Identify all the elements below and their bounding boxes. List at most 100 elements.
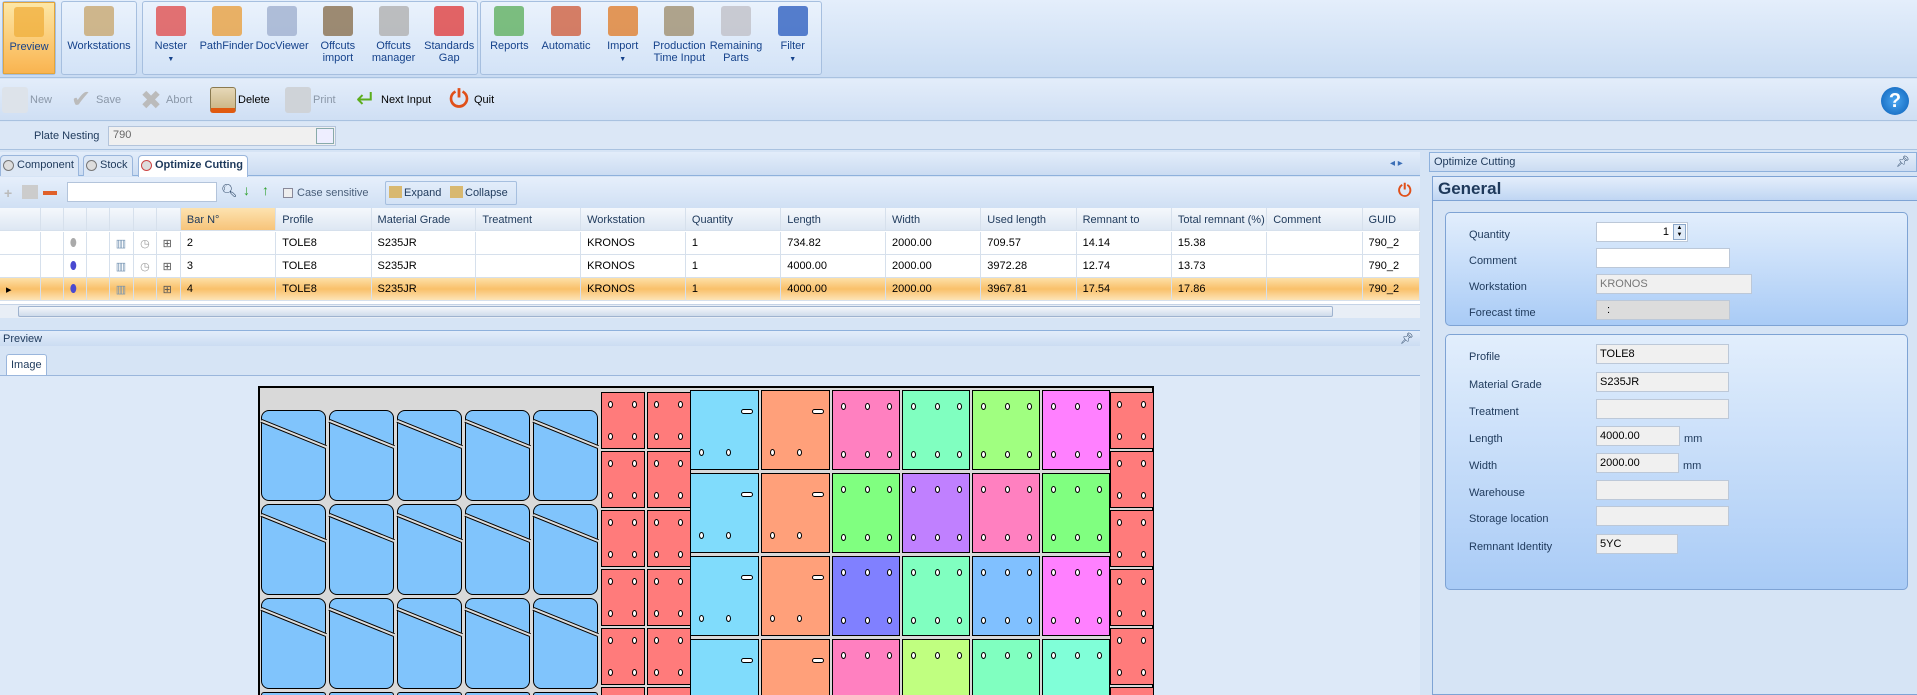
blue-part[interactable]	[328, 504, 395, 595]
colored-part[interactable]	[972, 390, 1040, 470]
new-button[interactable]: New	[2, 85, 52, 115]
red-part[interactable]	[647, 628, 691, 685]
case-sensitive-checkbox[interactable]	[283, 188, 293, 198]
arrow-up-icon[interactable]: ↑	[262, 182, 269, 198]
ribbon-button-filter[interactable]: Filter ▼	[764, 2, 821, 74]
tab-stock[interactable]: Stock	[83, 155, 133, 176]
expand-row-icon[interactable]: ⊞	[157, 232, 181, 254]
next-input-button[interactable]: ↵ Next Input	[353, 85, 431, 115]
cyan-part[interactable]	[690, 473, 759, 553]
help-icon[interactable]: ?	[1881, 87, 1909, 115]
ribbon-button-offcuts-manager[interactable]: Offcuts manager	[366, 2, 422, 74]
column-header[interactable]: Material Grade	[371, 208, 477, 230]
ribbon-button-import[interactable]: Import ▼	[594, 2, 651, 74]
column-header[interactable]: Workstation	[581, 208, 686, 230]
colored-part[interactable]	[1042, 390, 1110, 470]
column-header[interactable]: Profile	[276, 208, 372, 230]
red-part[interactable]	[647, 569, 691, 626]
colored-part[interactable]	[1042, 473, 1110, 553]
red-part[interactable]	[1110, 451, 1154, 508]
blue-part[interactable]	[396, 598, 463, 689]
cyan-part[interactable]	[690, 639, 759, 695]
ribbon-button-reports[interactable]: Reports	[481, 2, 538, 74]
colored-part[interactable]	[972, 556, 1040, 636]
red-part[interactable]	[601, 687, 645, 695]
colored-part[interactable]	[832, 390, 900, 470]
delete-button[interactable]: Delete	[210, 85, 270, 115]
save-button[interactable]: ✔ Save	[68, 85, 121, 115]
plate-nesting-input[interactable]: 790	[108, 126, 336, 146]
expand-row-icon[interactable]: ⊞	[156, 278, 181, 300]
colored-part[interactable]	[1042, 639, 1110, 695]
colored-part[interactable]	[902, 639, 970, 695]
blue-part[interactable]	[396, 410, 463, 501]
blue-part[interactable]	[328, 410, 395, 501]
column-header[interactable]: Width	[885, 208, 982, 230]
orange-part[interactable]	[761, 556, 830, 636]
expand-row-icon[interactable]: ⊞	[157, 255, 181, 277]
horizontal-scrollbar[interactable]	[0, 304, 1420, 318]
colored-part[interactable]	[832, 556, 900, 636]
red-part[interactable]	[601, 569, 645, 626]
add-row-icon[interactable]: +	[4, 185, 12, 201]
colored-part[interactable]	[972, 639, 1040, 695]
colored-part[interactable]	[902, 473, 970, 553]
collapse-button[interactable]: Collapse	[465, 187, 508, 199]
ribbon-button-preview[interactable]: Preview	[3, 2, 55, 74]
pin-icon[interactable]: 📌︎	[1896, 155, 1910, 168]
blue-part[interactable]	[396, 504, 463, 595]
quit-button[interactable]: ⏻ Quit	[446, 85, 495, 115]
colored-part[interactable]	[832, 639, 900, 695]
abort-button[interactable]: ✖ Abort	[138, 85, 192, 115]
ribbon-button-pathfinder[interactable]: PathFinder	[199, 2, 255, 74]
blue-part[interactable]	[260, 410, 327, 501]
ribbon-button-offcuts-import[interactable]: Offcuts import	[310, 2, 366, 74]
column-header[interactable]: Total remnant (%)	[1171, 208, 1268, 230]
ribbon-button-standards-gap[interactable]: Standards Gap	[421, 2, 477, 74]
colored-part[interactable]	[972, 473, 1040, 553]
ribbon-button-automatic[interactable]: Automatic	[538, 2, 595, 74]
red-part[interactable]	[647, 510, 691, 567]
red-part[interactable]	[601, 628, 645, 685]
red-part[interactable]	[647, 687, 691, 695]
blue-part[interactable]	[532, 504, 599, 595]
blue-part[interactable]	[464, 504, 531, 595]
print-button[interactable]: Print	[285, 85, 336, 115]
blue-part[interactable]	[260, 598, 327, 689]
grid-search-input[interactable]	[67, 182, 217, 202]
blue-part[interactable]	[260, 504, 327, 595]
comment-input[interactable]	[1596, 248, 1730, 268]
quantity-stepper[interactable]: 1 ▲ ▼	[1596, 222, 1688, 242]
pin-icon[interactable]: 📌︎	[1400, 332, 1414, 345]
orange-part[interactable]	[761, 473, 830, 553]
red-part[interactable]	[1110, 510, 1154, 567]
orange-part[interactable]	[761, 639, 830, 695]
red-part[interactable]	[1110, 628, 1154, 685]
orange-part[interactable]	[761, 390, 830, 470]
tab-optimize-cutting[interactable]: Optimize Cutting	[138, 155, 248, 177]
red-part[interactable]	[601, 451, 645, 508]
table-row[interactable]: ▸ ⬮ ▥ ⊞ 4 TOLE8 S235JR KRONOS 1 4000.00 2000.00 396…	[0, 278, 1420, 301]
column-header[interactable]: GUID	[1362, 208, 1420, 230]
power-icon[interactable]: ⏻	[1398, 181, 1411, 201]
column-header[interactable]: Treatment	[476, 208, 582, 230]
table-row[interactable]: ⬮ ▥ ◷ ⊞ 2 TOLE8 S235JR KRONOS 1 734.82 2000.00 709.…	[0, 232, 1420, 255]
grid-icon[interactable]	[22, 185, 38, 199]
table-row[interactable]: ⬮ ▥ ◷ ⊞ 3 TOLE8 S235JR KRONOS 1 4000.00 2000.00 397…	[0, 255, 1420, 278]
colored-part[interactable]	[832, 473, 900, 553]
red-part[interactable]	[1110, 392, 1154, 449]
ribbon-button-remaining-parts[interactable]: Remaining Parts	[708, 2, 765, 74]
colored-part[interactable]	[1042, 556, 1110, 636]
spin-arrows-icon[interactable]: ▲ ▼	[1673, 224, 1686, 240]
column-header[interactable]: Quantity	[685, 208, 782, 230]
cyan-part[interactable]	[690, 556, 759, 636]
column-header[interactable]: Remnant to	[1076, 208, 1172, 230]
search-icon[interactable]	[316, 128, 334, 144]
red-part[interactable]	[1110, 687, 1154, 695]
column-header[interactable]: Used length	[981, 208, 1077, 230]
blue-part[interactable]	[464, 410, 531, 501]
column-header[interactable]: Length	[781, 208, 886, 230]
tab-scroll-arrows[interactable]: ◂ ▸	[1390, 158, 1403, 169]
cyan-part[interactable]	[690, 390, 759, 470]
ribbon-button-production-time-input[interactable]: Production Time Input	[651, 2, 708, 74]
